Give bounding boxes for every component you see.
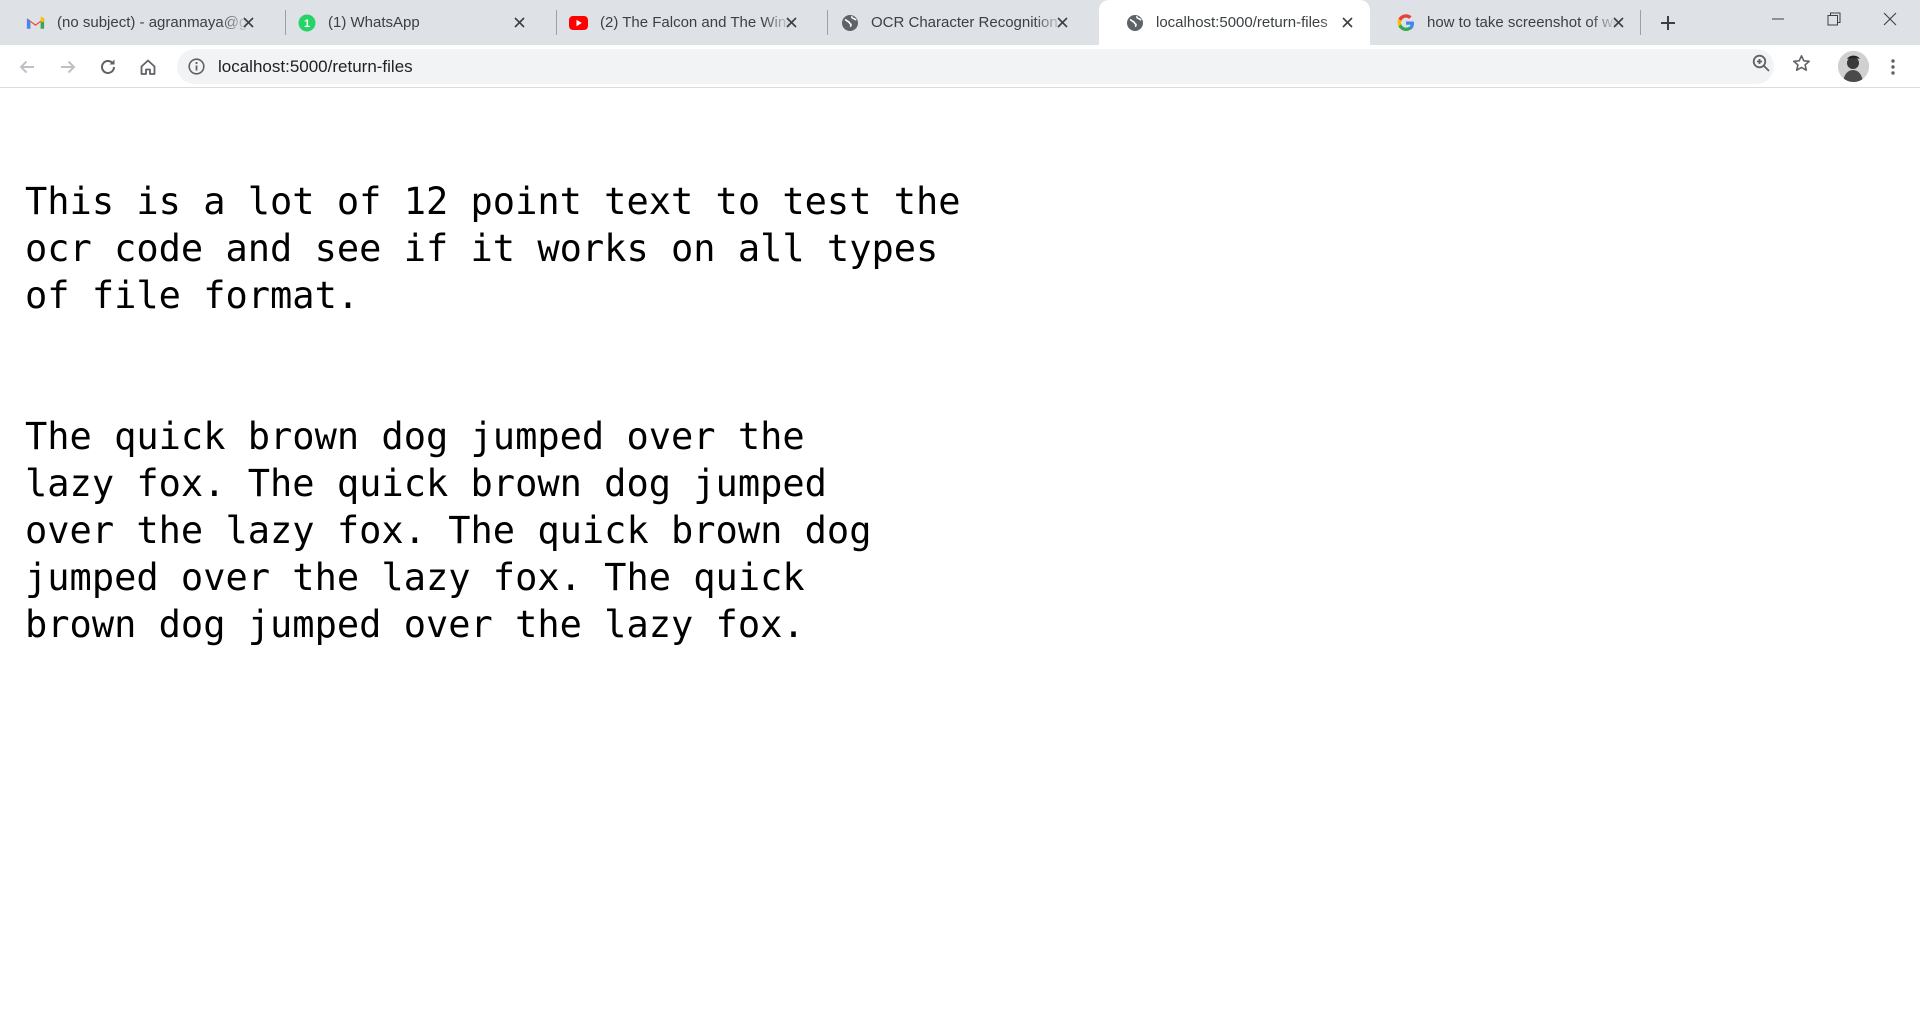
minimize-icon — [1772, 18, 1784, 20]
url-text[interactable]: localhost:5000/return-files — [218, 49, 413, 84]
ocr-paragraph: This is a lot of 12 point text to test t… — [25, 180, 961, 317]
google-icon — [1396, 13, 1415, 32]
globe-icon — [1125, 13, 1144, 32]
svg-text:1: 1 — [303, 18, 309, 30]
home-icon — [140, 59, 155, 75]
more-vert-icon — [1890, 58, 1895, 75]
youtube-icon — [569, 13, 588, 32]
gmail-icon — [26, 13, 45, 32]
close-icon[interactable] — [510, 13, 529, 32]
tab-youtube[interactable]: (2) The Falcon and The Winter Soldier — [543, 0, 814, 45]
arrow-right-icon — [60, 60, 75, 73]
tab-title: (1) WhatsApp — [328, 14, 420, 31]
tab-gmail[interactable]: (no subject) - agranmaya@gmail.com — [0, 0, 271, 45]
bookmark-button[interactable] — [1788, 50, 1815, 77]
restore-button[interactable] — [1806, 0, 1862, 38]
restore-icon — [1827, 12, 1841, 26]
close-window-button[interactable] — [1862, 0, 1918, 38]
whatsapp-icon: 1 — [297, 13, 316, 32]
zoom-button[interactable] — [1748, 50, 1775, 77]
close-icon — [1883, 12, 1897, 26]
profile-avatar[interactable] — [1838, 51, 1869, 82]
close-icon[interactable] — [1053, 13, 1072, 32]
avatar-icon — [1838, 51, 1869, 82]
tab-title: how to take screenshot of web page — [1427, 14, 1619, 31]
ocr-output: This is a lot of 12 point text to test t… — [25, 131, 1025, 695]
ocr-paragraph: The quick brown dog jumped over the lazy… — [25, 415, 872, 646]
plus-icon — [1660, 15, 1675, 30]
globe-icon — [840, 13, 859, 32]
reload-icon — [100, 59, 115, 74]
home-button[interactable] — [131, 50, 164, 83]
close-icon[interactable] — [782, 13, 801, 32]
star-icon — [1793, 55, 1810, 71]
tab-title: (no subject) - agranmaya@gmail.com — [57, 14, 249, 31]
tab-whatsapp[interactable]: 1 (1) WhatsApp — [271, 0, 542, 45]
menu-button[interactable] — [1876, 50, 1909, 83]
tab-localhost[interactable]: localhost:5000/return-files — [1099, 0, 1370, 45]
tab-ocr[interactable]: OCR Character Recognition — [814, 0, 1085, 45]
tab-strip: (no subject) - agranmaya@gmail.com 1 (1)… — [0, 0, 1920, 45]
forward-button[interactable] — [51, 50, 84, 83]
tab-title: localhost:5000/return-files — [1156, 14, 1328, 31]
tab-divider — [1640, 10, 1641, 35]
tab-title: (2) The Falcon and The Winter Soldier — [600, 14, 792, 31]
close-icon[interactable] — [1338, 13, 1357, 32]
close-icon[interactable] — [239, 13, 258, 32]
browser-toolbar: localhost:5000/return-files — [0, 45, 1920, 88]
info-icon[interactable] — [187, 57, 206, 76]
tab-google-search[interactable]: how to take screenshot of web page — [1370, 0, 1641, 45]
address-bar[interactable]: localhost:5000/return-files — [177, 49, 1774, 84]
page-content: This is a lot of 12 point text to test t… — [0, 89, 1920, 1030]
new-tab-button[interactable] — [1653, 8, 1682, 37]
close-icon[interactable] — [1609, 13, 1628, 32]
back-button[interactable] — [10, 50, 43, 83]
reload-button[interactable] — [91, 50, 124, 83]
tab-title: OCR Character Recognition — [871, 14, 1058, 31]
arrow-left-icon — [19, 60, 34, 73]
minimize-button[interactable] — [1750, 0, 1806, 38]
zoom-icon — [1752, 54, 1770, 72]
